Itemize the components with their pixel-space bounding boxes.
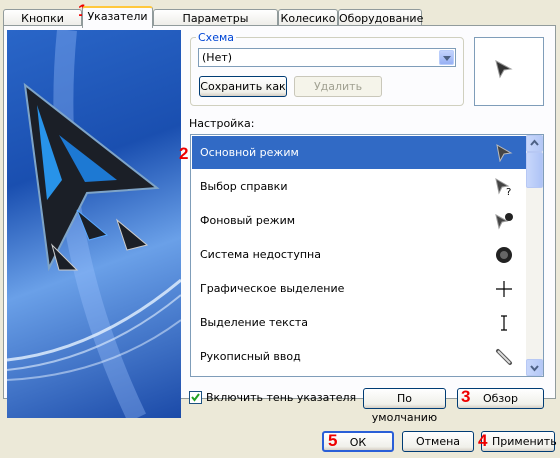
text-select-cursor-icon (501, 315, 507, 331)
scroll-up-button[interactable] (526, 135, 543, 152)
annotation-marker-3: 3 (461, 387, 471, 406)
cancel-button[interactable]: Отмена (402, 431, 474, 452)
svg-text:?: ? (506, 187, 511, 196)
list-item-label: Выделение текста (200, 316, 309, 329)
list-item[interactable]: Рукописный ввод (192, 340, 527, 373)
list-item[interactable]: Основной режим (192, 136, 527, 169)
list-item[interactable]: Выделение текста (192, 306, 527, 339)
list-item[interactable]: Фоновый режим (192, 204, 527, 237)
working-in-background-cursor-icon (495, 213, 513, 230)
settings-label: Настройка: (189, 117, 255, 130)
check-icon (191, 393, 200, 402)
list-item-label: Выбор справки (200, 180, 288, 193)
chevron-down-icon (530, 365, 539, 372)
delete-scheme-button[interactable]: Удалить (294, 76, 382, 97)
list-item[interactable]: Система недоступна (192, 238, 527, 271)
handwriting-cursor-icon (496, 349, 512, 365)
list-item-label: Фоновый режим (200, 214, 296, 227)
chevron-down-icon[interactable] (439, 50, 454, 65)
apply-button[interactable]: Применить (481, 431, 557, 452)
scheme-legend: Схема (196, 31, 236, 44)
busy-cursor-icon (496, 247, 512, 263)
precision-select-cursor-icon (496, 281, 512, 297)
shadow-checkbox-label[interactable]: Включить тень указателя (206, 391, 356, 404)
annotation-marker-2: 2 (179, 144, 189, 163)
list-item-label: Рукописный ввод (200, 350, 301, 363)
save-as-button[interactable]: Сохранить как (199, 76, 287, 97)
cursor-theme-artwork (7, 30, 181, 418)
scheme-select-value: (Нет) (202, 51, 233, 64)
annotation-marker-4: 4 (478, 431, 488, 450)
scheme-select[interactable]: (Нет) (198, 48, 456, 67)
cursor-preview (474, 37, 544, 106)
help-cursor-icon: ? (495, 178, 511, 196)
list-item[interactable]: Графическое выделение (192, 272, 527, 305)
chevron-up-icon (530, 139, 539, 146)
cursor-list[interactable]: Основной режим Выбор справки ? Фоновый р… (190, 134, 544, 377)
list-item-label: Графическое выделение (200, 282, 345, 295)
annotation-marker-5: 5 (328, 431, 338, 450)
shadow-checkbox[interactable] (189, 391, 202, 404)
use-default-button[interactable]: По умолчанию (363, 388, 446, 424)
arrow-cursor-icon (495, 60, 513, 79)
list-item-label: Основной режим (200, 146, 299, 159)
scroll-thumb[interactable] (526, 152, 543, 188)
list-item-label: Система недоступна (200, 248, 321, 261)
list-item[interactable]: Выбор справки ? (192, 170, 527, 203)
tab-pointers[interactable]: Указатели (82, 6, 153, 28)
scroll-down-button[interactable] (526, 359, 543, 376)
arrow-cursor-icon (496, 144, 513, 162)
list-scrollbar[interactable] (526, 135, 543, 376)
